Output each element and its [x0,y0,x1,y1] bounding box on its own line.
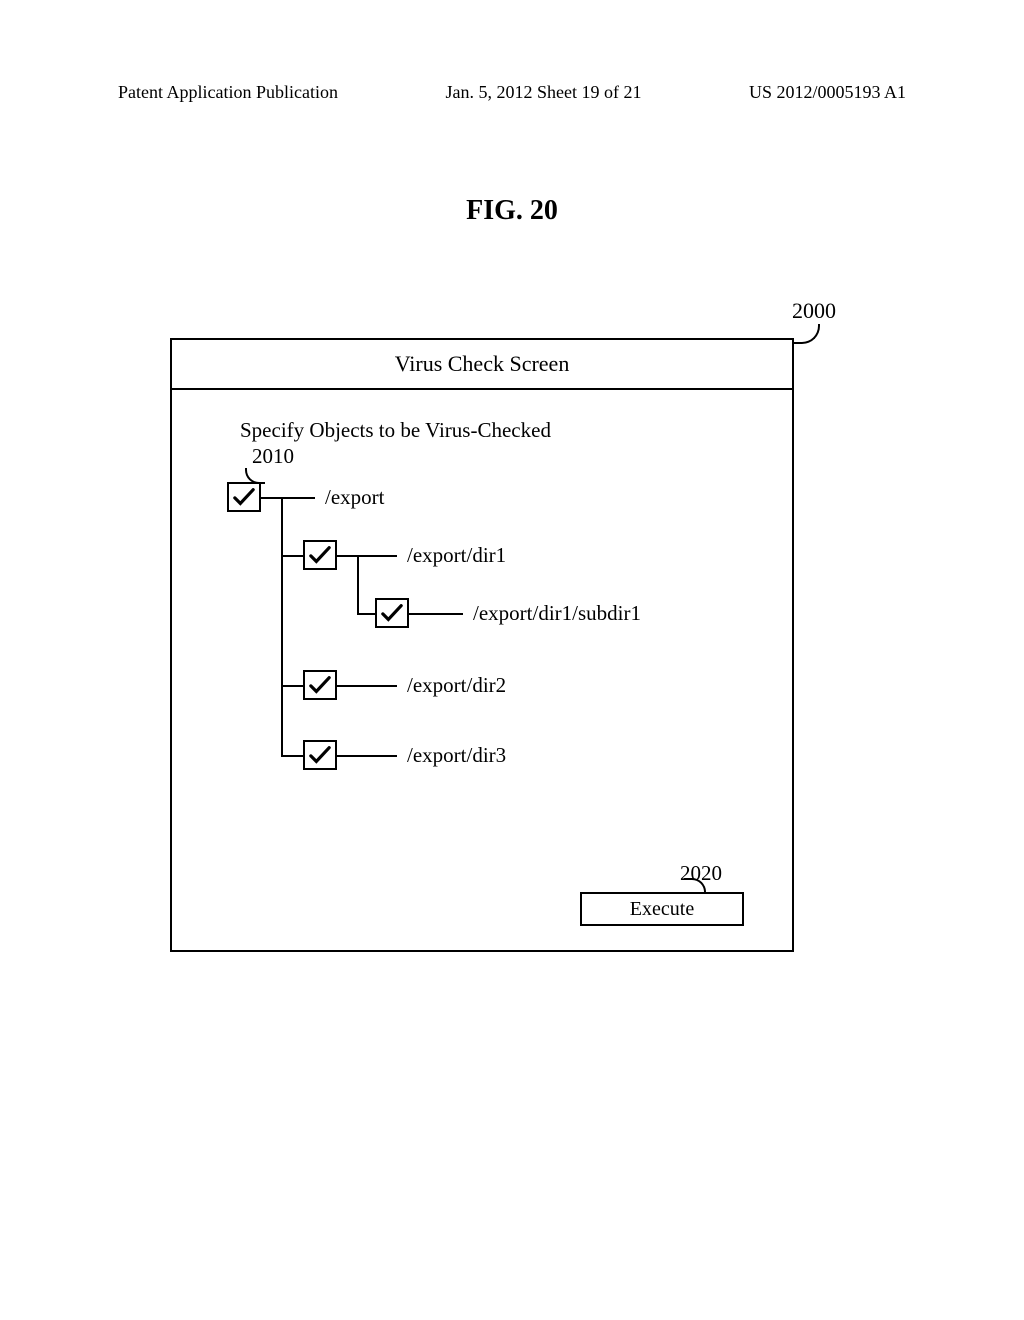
checkbox-dir3[interactable] [303,740,337,770]
header-left: Patent Application Publication [118,82,338,103]
tree-label-dir3: /export/dir3 [407,743,506,768]
screen-title: Virus Check Screen [172,340,792,390]
specify-objects-label: Specify Objects to be Virus-Checked [240,418,756,443]
check-icon [309,745,331,765]
checkbox-dir1[interactable] [303,540,337,570]
check-icon [381,603,403,623]
connector [357,613,375,615]
check-icon [309,545,331,565]
connector [281,755,303,757]
connector [337,555,397,557]
checkbox-export[interactable] [227,482,261,512]
connector [337,685,397,687]
reference-numeral-2000: 2000 [792,298,836,324]
figure-title: FIG. 20 [0,195,1024,227]
tree-label-dir1: /export/dir1 [407,543,506,568]
tree-label-subdir1: /export/dir1/subdir1 [473,601,641,626]
tree-label-export: /export [325,485,384,510]
connector [281,497,283,755]
header-center: Jan. 5, 2012 Sheet 19 of 21 [445,82,641,103]
check-icon [233,487,255,507]
check-icon [309,675,331,695]
connector [281,685,303,687]
reference-numeral-2010: 2010 [252,444,294,469]
execute-button[interactable]: Execute [580,892,744,926]
virus-check-screen: Virus Check Screen Specify Objects to be… [170,338,794,952]
connector [409,613,463,615]
connector [261,497,315,499]
connector [357,555,359,613]
connector [281,555,303,557]
checkbox-dir2[interactable] [303,670,337,700]
connector [337,755,397,757]
screen-body: Specify Objects to be Virus-Checked 2010… [172,390,792,952]
page-header: Patent Application Publication Jan. 5, 2… [0,82,1024,103]
leader-line-2000 [792,324,820,344]
header-right: US 2012/0005193 A1 [749,82,906,103]
checkbox-subdir1[interactable] [375,598,409,628]
tree-label-dir2: /export/dir2 [407,673,506,698]
